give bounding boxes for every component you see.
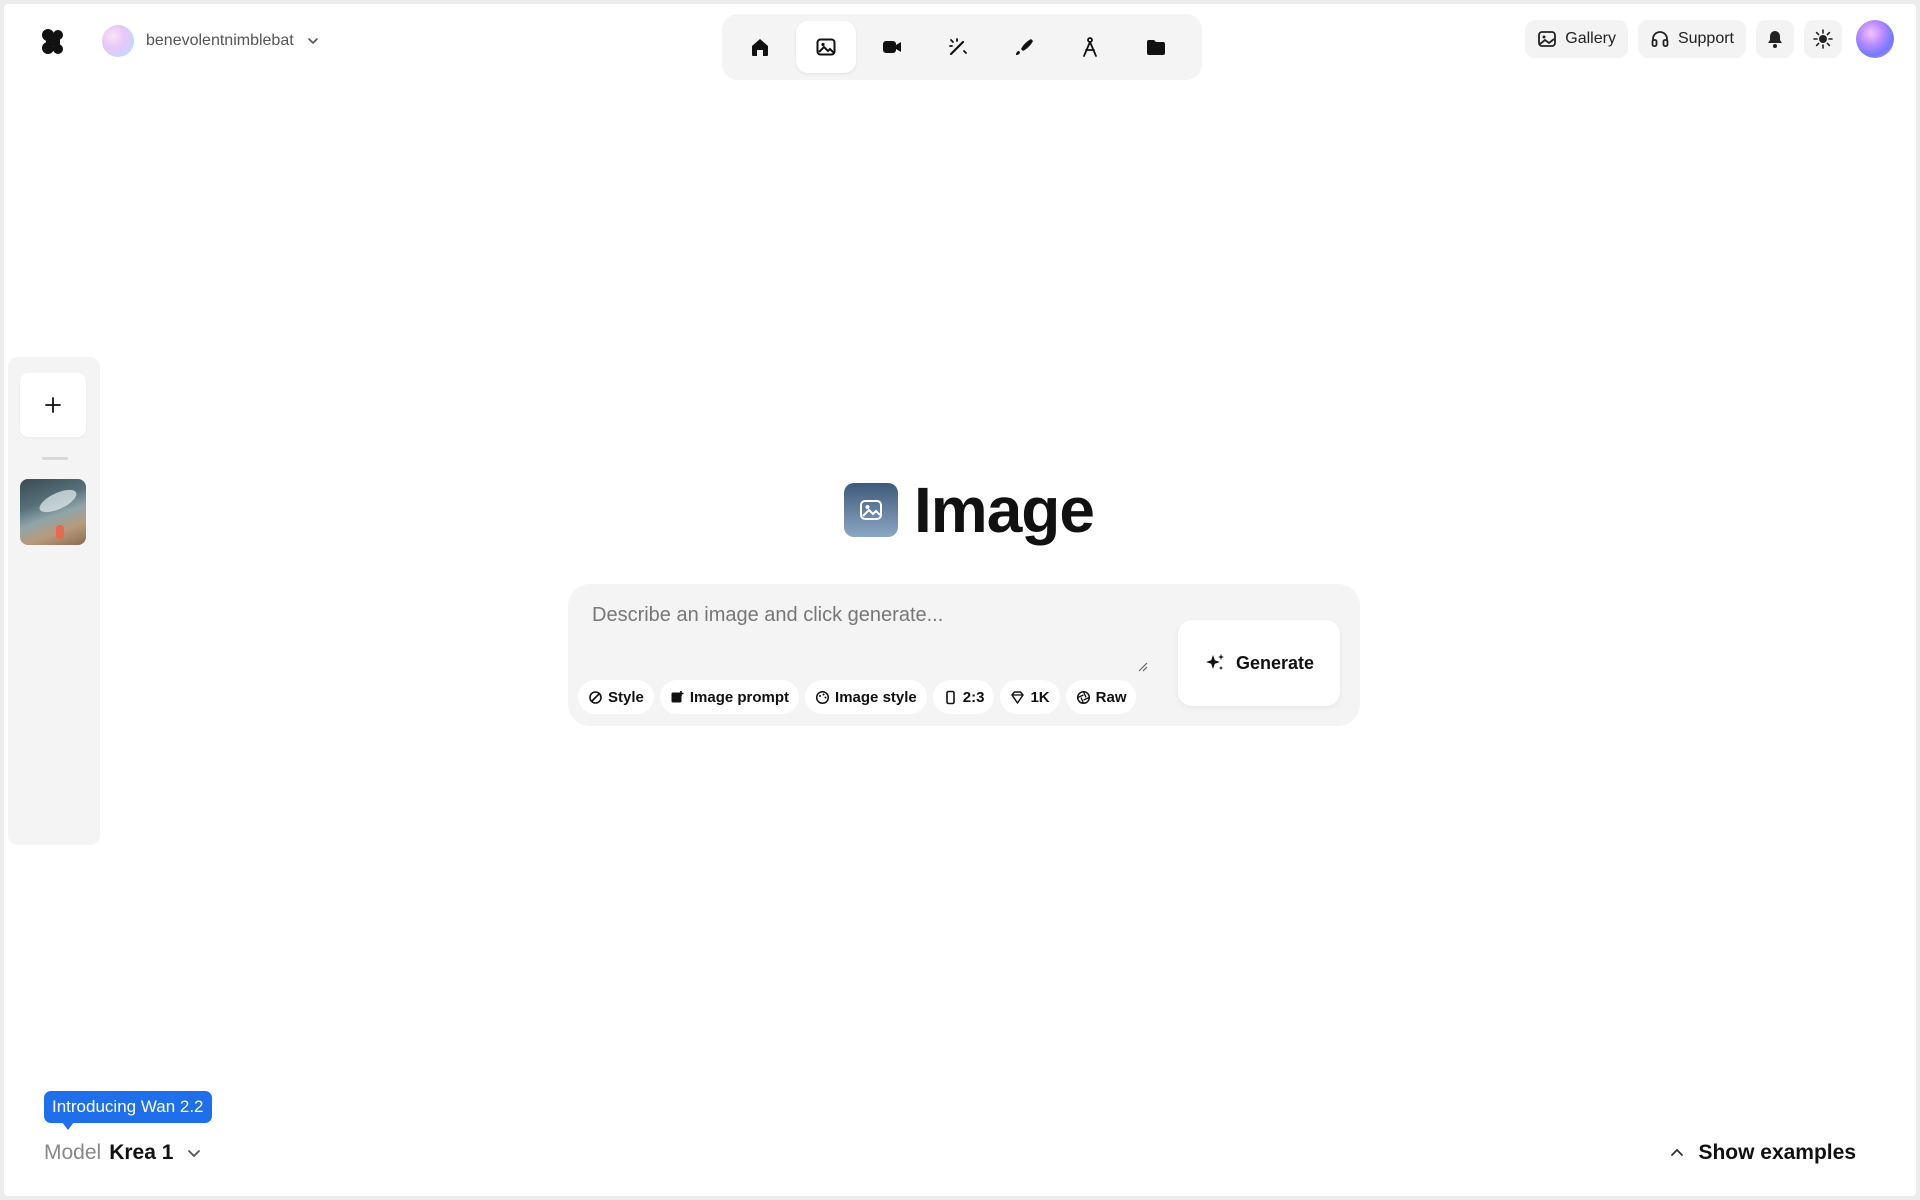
promo-badge[interactable]: Introducing Wan 2.2 (44, 1091, 212, 1130)
gallery-icon (1538, 31, 1557, 47)
resize-handle-icon[interactable] (1138, 662, 1148, 672)
history-rail (8, 357, 100, 845)
prompt-options: Style Image prompt Image style 2:3 1K Ra… (578, 680, 1137, 714)
chevron-down-icon (307, 38, 318, 45)
account-name: benevolentnimblebat (146, 32, 294, 49)
support-button[interactable]: Support (1637, 20, 1746, 58)
notifications-button[interactable] (1756, 20, 1794, 58)
sun-icon (1813, 29, 1833, 49)
image-prompt-chip[interactable]: Image prompt (659, 680, 800, 714)
style-chip[interactable]: Style (578, 680, 654, 714)
folder-icon (1147, 40, 1165, 55)
brush-icon (1016, 39, 1033, 55)
app-window: benevolentnimblebat Gallery Support Imag… (4, 4, 1916, 1196)
tool-image[interactable] (796, 21, 856, 73)
user-avatar[interactable] (1856, 20, 1894, 58)
top-right-actions: Gallery Support (1525, 20, 1894, 58)
compass-icon (1083, 37, 1097, 57)
resolution-chip[interactable]: 1K (1000, 680, 1060, 714)
headphones-icon (1651, 31, 1669, 47)
style-icon (589, 690, 602, 704)
model-selector[interactable]: Model Krea 1 (44, 1137, 203, 1169)
support-label: Support (1677, 30, 1734, 47)
tool-train[interactable] (1060, 21, 1120, 73)
tool-enhance[interactable] (928, 21, 988, 73)
portrait-frame-icon (945, 690, 955, 704)
image-style-chip[interactable]: Image style (805, 680, 927, 714)
krea-logo-icon[interactable] (40, 28, 66, 56)
tool-nav (722, 14, 1202, 80)
tool-assets[interactable] (1126, 21, 1186, 73)
image-badge-icon (844, 483, 898, 537)
chevron-up-icon (1671, 1148, 1684, 1156)
page-header: Image (844, 472, 1095, 548)
prompt-panel: Style Image prompt Image style 2:3 1K Ra… (568, 584, 1360, 726)
tool-home[interactable] (730, 21, 790, 73)
generate-button[interactable]: Generate (1178, 620, 1340, 706)
chevron-down-icon (188, 1150, 201, 1158)
account-switcher[interactable]: benevolentnimblebat (102, 22, 320, 60)
model-label: Model (44, 1141, 102, 1164)
home-icon (752, 39, 768, 56)
rail-divider (42, 457, 68, 460)
show-examples-button[interactable]: Show examples (1668, 1137, 1856, 1169)
history-thumbnail[interactable] (20, 479, 86, 545)
video-icon (883, 41, 901, 53)
sparkles-icon (1205, 654, 1224, 670)
theme-toggle-button[interactable] (1804, 20, 1842, 58)
tool-edit[interactable] (994, 21, 1054, 73)
account-avatar (102, 25, 134, 57)
gallery-label: Gallery (1565, 30, 1616, 47)
new-session-button[interactable] (20, 373, 86, 437)
aperture-icon (1076, 690, 1090, 704)
palette-icon (815, 690, 830, 704)
diamond-icon (1011, 690, 1025, 704)
image-icon (816, 38, 836, 56)
bell-icon (1768, 31, 1782, 48)
magic-wand-icon (949, 38, 967, 56)
image-plus-icon (671, 690, 684, 702)
raw-mode-chip[interactable]: Raw (1065, 680, 1137, 714)
aspect-ratio-chip[interactable]: 2:3 (932, 680, 995, 714)
tool-video[interactable] (862, 21, 922, 73)
page-title: Image (914, 474, 1095, 546)
model-value: Krea 1 (109, 1141, 174, 1164)
gallery-button[interactable]: Gallery (1525, 20, 1628, 58)
plus-icon (45, 397, 61, 413)
prompt-input[interactable] (584, 596, 1144, 658)
